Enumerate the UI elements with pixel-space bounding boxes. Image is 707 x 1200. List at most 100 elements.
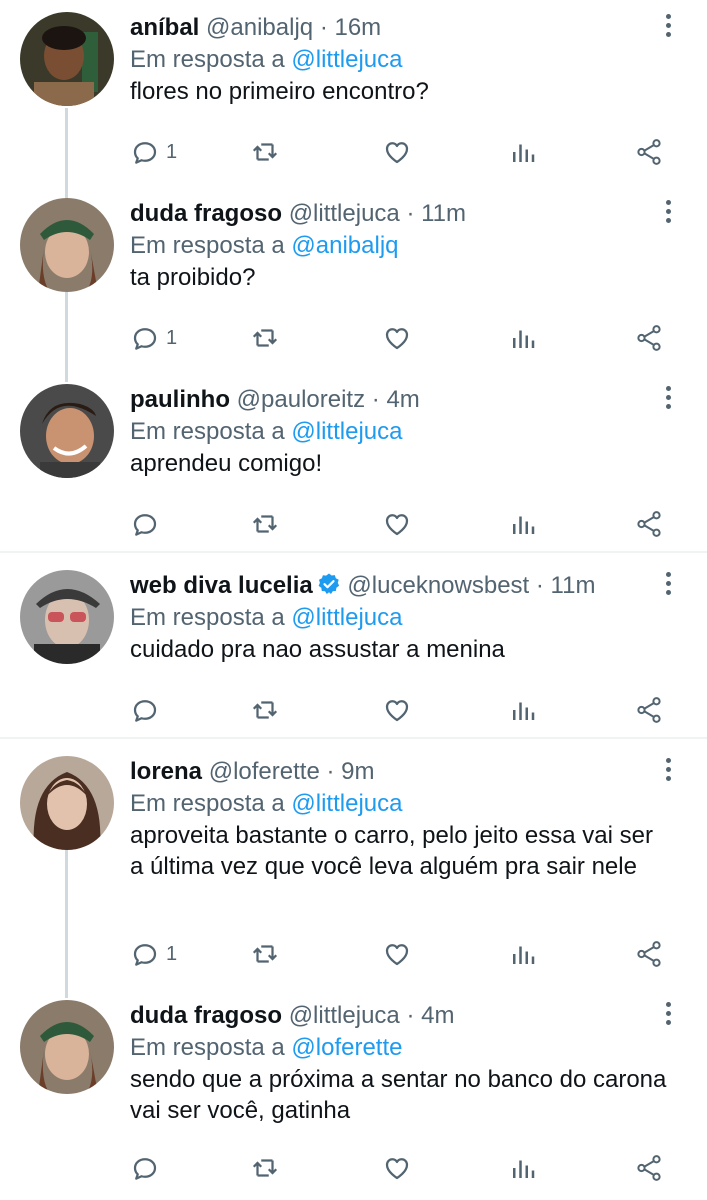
reply-count: 1: [166, 942, 178, 965]
display-name[interactable]: web diva lucelia: [130, 572, 313, 599]
retweet-button[interactable]: [250, 690, 280, 730]
tweet[interactable]: paulinho @pauloreitz · 4m Em resposta a …: [0, 372, 707, 552]
like-button[interactable]: [382, 934, 412, 974]
divider: [0, 737, 707, 739]
user-handle[interactable]: @loferette: [209, 758, 320, 785]
analytics-button[interactable]: [508, 1148, 538, 1188]
like-icon: [385, 142, 409, 164]
timestamp[interactable]: 4m: [386, 386, 419, 413]
reply-icon: [133, 944, 157, 966]
user-handle[interactable]: @pauloreitz: [237, 386, 365, 413]
more-options-button[interactable]: [655, 14, 681, 44]
avatar[interactable]: [20, 12, 114, 106]
reply-mention[interactable]: @littlejuca: [291, 790, 402, 817]
separator-dot: ·: [406, 200, 415, 227]
reply-button[interactable]: [130, 504, 166, 544]
retweet-icon: [252, 329, 278, 347]
share-button[interactable]: [634, 504, 664, 544]
more-options-button[interactable]: [655, 386, 681, 416]
reply-prefix: Em resposta a: [130, 232, 285, 259]
reply-button[interactable]: 1: [130, 132, 177, 172]
tweet-actions: [0, 690, 707, 730]
more-icon: [665, 14, 671, 19]
tweet[interactable]: aníbal @anibaljq · 16m Em resposta a @li…: [0, 0, 707, 186]
avatar[interactable]: [20, 570, 114, 664]
user-handle[interactable]: @anibaljq: [206, 14, 313, 41]
tweet[interactable]: duda fragoso @littlejuca · 11m Em respos…: [0, 186, 707, 372]
reply-count: 1: [166, 140, 178, 163]
reply-button[interactable]: 1: [130, 934, 177, 974]
like-button[interactable]: [382, 1148, 412, 1188]
tweet-header: paulinho @pauloreitz · 4m: [130, 384, 420, 416]
display-name[interactable]: lorena: [130, 758, 202, 785]
more-options-button[interactable]: [655, 1002, 681, 1032]
retweet-button[interactable]: [250, 132, 280, 172]
tweet-text: cuidado pra nao assustar a menina: [130, 636, 505, 663]
timestamp[interactable]: 9m: [341, 758, 374, 785]
reply-mention[interactable]: @loferette: [291, 1034, 402, 1061]
tweet-text: aprendeu comigo!: [130, 450, 323, 477]
display-name[interactable]: duda fragoso: [130, 1002, 282, 1029]
user-handle[interactable]: @luceknowsbest: [347, 572, 529, 599]
more-icon: [665, 758, 671, 763]
retweet-button[interactable]: [250, 504, 280, 544]
avatar[interactable]: [20, 756, 114, 850]
share-button[interactable]: [634, 1148, 664, 1188]
more-options-button[interactable]: [655, 200, 681, 230]
display-name[interactable]: aníbal: [130, 14, 199, 41]
share-button[interactable]: [634, 690, 664, 730]
display-name[interactable]: paulinho: [130, 386, 230, 413]
reply-button[interactable]: [130, 690, 166, 730]
reply-button[interactable]: 1: [130, 318, 177, 358]
user-handle[interactable]: @littlejuca: [289, 1002, 400, 1029]
tweet[interactable]: web diva lucelia @luceknowsbest · 11m Em…: [0, 558, 707, 738]
display-name[interactable]: duda fragoso: [130, 200, 282, 227]
avatar[interactable]: [20, 384, 114, 478]
more-options-button[interactable]: [655, 758, 681, 788]
more-options-button[interactable]: [655, 572, 681, 602]
timestamp[interactable]: 11m: [421, 200, 466, 227]
share-button[interactable]: [634, 934, 664, 974]
like-button[interactable]: [382, 504, 412, 544]
analytics-icon: [513, 946, 535, 964]
retweet-button[interactable]: [250, 1148, 280, 1188]
analytics-button[interactable]: [508, 132, 538, 172]
reply-mention[interactable]: @littlejuca: [291, 418, 402, 445]
tweet-header: aníbal @anibaljq · 16m: [130, 12, 381, 44]
reply-prefix: Em resposta a: [130, 790, 285, 817]
like-button[interactable]: [382, 690, 412, 730]
user-handle[interactable]: @littlejuca: [289, 200, 400, 227]
reply-context: Em resposta a @anibaljq: [130, 230, 399, 262]
reply-icon: [133, 1158, 157, 1180]
avatar[interactable]: [20, 1000, 114, 1094]
reply-mention[interactable]: @littlejuca: [291, 46, 402, 73]
timestamp[interactable]: 11m: [551, 572, 596, 599]
share-button[interactable]: [634, 318, 664, 358]
reply-mention[interactable]: @anibaljq: [291, 232, 398, 259]
analytics-button[interactable]: [508, 690, 538, 730]
reply-context: Em resposta a @littlejuca: [130, 788, 402, 820]
reply-prefix: Em resposta a: [130, 46, 285, 73]
reply-context: Em resposta a @littlejuca: [130, 44, 402, 76]
retweet-button[interactable]: [250, 318, 280, 358]
tweet[interactable]: duda fragoso @littlejuca · 4m Em respost…: [0, 988, 707, 1200]
tweet-actions: [0, 1148, 707, 1188]
analytics-icon: [513, 144, 535, 162]
tweet[interactable]: lorena @loferette · 9m Em resposta a @li…: [0, 744, 707, 988]
analytics-button[interactable]: [508, 318, 538, 358]
like-button[interactable]: [382, 132, 412, 172]
analytics-button[interactable]: [508, 504, 538, 544]
analytics-button[interactable]: [508, 934, 538, 974]
reply-mention[interactable]: @littlejuca: [291, 604, 402, 631]
tweet-header: lorena @loferette · 9m: [130, 756, 374, 788]
avatar[interactable]: [20, 198, 114, 292]
retweet-button[interactable]: [250, 934, 280, 974]
reply-button[interactable]: [130, 1148, 166, 1188]
timestamp[interactable]: 4m: [421, 1002, 454, 1029]
timestamp[interactable]: 16m: [334, 14, 381, 41]
share-button[interactable]: [634, 132, 664, 172]
separator-dot: ·: [319, 14, 328, 41]
share-icon: [637, 139, 661, 165]
like-button[interactable]: [382, 318, 412, 358]
tweet-header: duda fragoso @littlejuca · 4m: [130, 1000, 454, 1032]
